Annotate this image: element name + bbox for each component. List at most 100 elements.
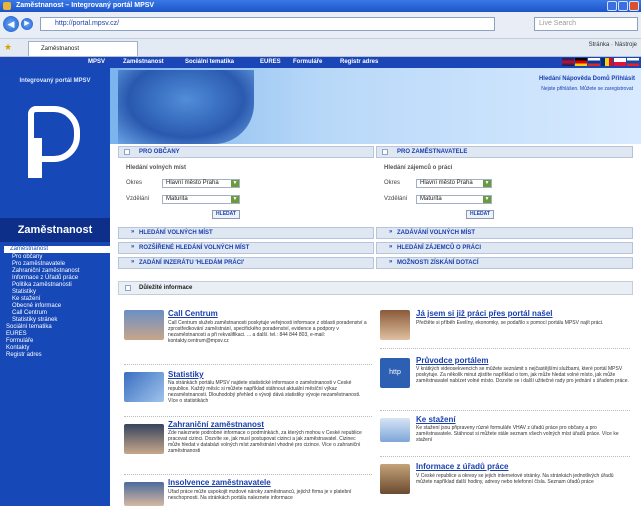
topnav-zamestnanost[interactable]: Zaměstnanost — [123, 57, 164, 68]
vzdelani-label: Vzdělání — [384, 196, 408, 202]
vzdelani-select[interactable]: Maturita ▼ — [416, 195, 492, 204]
citizens-link-2[interactable]: » ROZŠÍŘENÉ HLEDÁNÍ VOLNÝCH MÍST — [118, 242, 374, 254]
topnav-eures[interactable]: EURES — [260, 57, 281, 68]
sidebar-item[interactable]: Statistiky — [0, 289, 110, 296]
browser-logo-icon — [3, 2, 11, 10]
item-title[interactable]: Insolvence zaměstnavatele — [168, 478, 271, 487]
sidebar-item[interactable]: EURES — [0, 331, 110, 338]
employers-link-2[interactable]: » HLEDÁNÍ ZÁJEMCŮ O PRÁCI — [376, 242, 633, 254]
maximize-button[interactable] — [618, 1, 628, 11]
employers-search-form: Hledání zájemců o práci Okres Hlavní měs… — [376, 160, 633, 222]
item-text: Na stránkách portálu MPSV najdete statis… — [168, 380, 361, 404]
divider — [380, 348, 630, 349]
topnav-socialni[interactable]: Sociální tematika — [185, 57, 234, 68]
sidebar-item[interactable]: Zaměstnanost — [4, 246, 110, 253]
window-titlebar: Zaměstnanost – Integrovaný portál MPSV — [0, 0, 641, 12]
sidebar-item[interactable]: Statistiky stránek — [0, 317, 110, 324]
divider — [124, 416, 372, 417]
citizens-search-button[interactable]: HLEDAT — [212, 210, 240, 219]
back-button[interactable]: ◀ — [3, 16, 19, 32]
url-field[interactable]: http://portal.mpsv.cz/ — [40, 17, 495, 31]
divider — [124, 364, 372, 365]
item-title[interactable]: Call Centrum — [168, 309, 218, 318]
sidebar-item[interactable]: Call Centrum — [0, 310, 110, 317]
okres-select[interactable]: Hlavní město Praha ▼ — [416, 179, 492, 188]
window-title: Zaměstnanost – Integrovaný portál MPSV — [16, 2, 155, 9]
top-links[interactable]: Hledání Nápověda Domů Přihlásit — [539, 76, 635, 82]
login-status[interactable]: Nejste přihlášen. Můžete se zaregistrova… — [541, 86, 633, 92]
sidebar-item[interactable]: Sociální tematika — [0, 324, 110, 331]
topnav-formulare[interactable]: Formuláře — [293, 57, 322, 68]
vzdelani-select[interactable]: Maturita ▼ — [162, 195, 240, 204]
citizens-search-form: Hledání volných míst Okres Hlavní město … — [118, 160, 374, 222]
sidebar-item[interactable]: Zahraniční zaměstnanost — [0, 268, 110, 275]
sidebar-menu: Zaměstnanost Pro občany Pro zaměstnavatele… — [0, 246, 110, 359]
left-sidebar: Integrovaný portál MPSV Zaměstnanost Zam… — [0, 68, 110, 506]
window-controls — [607, 1, 639, 11]
important-info-head: Důležité informace — [118, 281, 633, 295]
item-title[interactable]: Já jsem si již práci přes portál našel — [416, 309, 553, 318]
item-text: Úřad práce může uspokojit mzdové nároky … — [168, 489, 352, 501]
top-navigation: MPSV Zaměstnanost Sociální tematika EURE… — [0, 57, 641, 68]
flag-icon[interactable] — [575, 58, 587, 66]
topnav-registr[interactable]: Registr adres — [340, 57, 378, 68]
item-text: V krátkých videosekvencích se můžete sez… — [416, 366, 629, 384]
employers-link-1[interactable]: » ZADÁVÁNÍ VOLNÝCH MÍST — [376, 227, 633, 239]
flag-icon[interactable] — [588, 58, 600, 66]
item-title[interactable]: Statistiky — [168, 370, 204, 379]
topnav-mpsv[interactable]: MPSV — [88, 57, 105, 68]
item-title[interactable]: Ke stažení — [416, 415, 456, 424]
collapse-icon[interactable] — [124, 149, 130, 155]
collapse-icon[interactable] — [125, 285, 131, 291]
sidebar-item[interactable]: Obecné informace — [0, 303, 110, 310]
call-centrum-photo — [124, 310, 164, 340]
okres-select[interactable]: Hlavní město Praha ▼ — [162, 179, 240, 188]
collapse-icon[interactable] — [382, 149, 388, 155]
chevron-down-icon: ▼ — [231, 196, 239, 203]
item-title[interactable]: Průvodce portálem — [416, 356, 488, 365]
chevron-down-icon: ▼ — [483, 196, 491, 203]
toolbar-tools[interactable]: Stránka · Nástroje — [589, 42, 637, 48]
citizens-link-3[interactable]: » ZADÁNÍ INZERÁTU 'HLEDÁM PRÁCI' — [118, 257, 374, 269]
sidebar-item[interactable]: Pro zaměstnavatele — [0, 261, 110, 268]
item-text: Zde naleznete podrobné informace o podmí… — [168, 430, 362, 454]
sidebar-item[interactable]: Formuláře — [0, 338, 110, 345]
item-text: Přečtěte si příběh Evelíny, ekonomky, se… — [416, 320, 604, 326]
close-button[interactable] — [629, 1, 639, 11]
divider — [380, 410, 630, 411]
statistics-chart-icon — [124, 372, 164, 402]
citizens-link-1[interactable]: » HLEDÁNÍ VOLNÝCH MÍST — [118, 227, 374, 239]
employers-search-button[interactable]: HLEDAT — [466, 210, 494, 219]
employers-link-3[interactable]: » MOŽNOSTI ZÍSKÁNÍ DOTACÍ — [376, 257, 633, 269]
sidebar-item[interactable]: Informace z Úřadů práce — [0, 275, 110, 282]
search-input[interactable]: Live Search — [534, 17, 638, 31]
sidebar-item[interactable]: Registr adres — [0, 352, 110, 359]
tab-strip: ★ Zaměstnanost Stránka · Nástroje — [0, 39, 641, 57]
portal-title[interactable]: Integrovaný portál MPSV — [0, 78, 110, 84]
sidebar-item[interactable]: Ke stažení — [0, 296, 110, 303]
okres-label: Okres — [384, 180, 401, 186]
divider — [124, 474, 372, 475]
language-flags — [562, 58, 639, 66]
flag-icon[interactable] — [627, 58, 639, 66]
sidebar-item[interactable]: Kontakty — [0, 345, 110, 352]
citizens-head[interactable]: PRO OBČANY — [118, 146, 374, 158]
sidebar-item[interactable]: Politika zaměstnanosti — [0, 282, 110, 289]
flag-icon[interactable] — [614, 58, 626, 66]
item-title[interactable]: Informace z úřadů práce — [416, 462, 508, 471]
address-bar: ◀ ▶ http://portal.mpsv.cz/ Live Search — [0, 12, 641, 39]
tab-zamestnanost[interactable]: Zaměstnanost — [28, 41, 138, 56]
employers-head[interactable]: PRO ZAMĚSTNAVATELE — [376, 146, 633, 158]
office-info-photo — [380, 464, 410, 494]
okres-label: Okres — [126, 180, 143, 186]
vzdelani-label: Vzdělání — [126, 196, 150, 202]
flag-icon[interactable] — [562, 58, 574, 66]
sidebar-item[interactable]: Pro občany — [0, 254, 110, 261]
forward-button[interactable]: ▶ — [21, 18, 33, 30]
flag-icon[interactable] — [601, 58, 613, 66]
favorites-star-icon[interactable]: ★ — [4, 42, 12, 53]
item-title[interactable]: Zahraniční zaměstnanost — [168, 420, 264, 429]
section-title: Zaměstnanost — [0, 218, 110, 242]
success-story-photo — [380, 310, 410, 340]
minimize-button[interactable] — [607, 1, 617, 11]
